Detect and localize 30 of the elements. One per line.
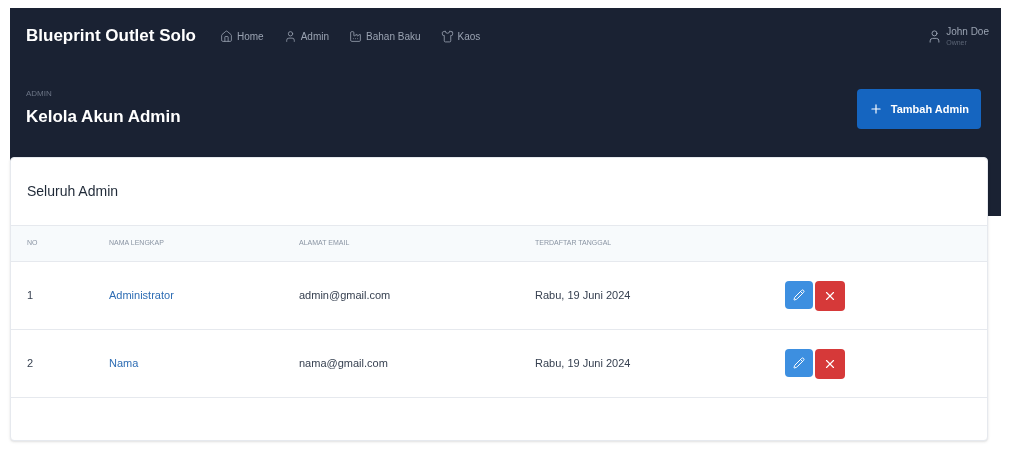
shirt-icon bbox=[440, 29, 454, 43]
delete-button[interactable] bbox=[815, 348, 845, 379]
page-pretitle: ADMIN bbox=[26, 88, 53, 100]
plus-icon bbox=[868, 101, 883, 116]
table-cell-text: 1 bbox=[27, 288, 35, 304]
nav-link[interactable]: Admin bbox=[283, 28, 330, 44]
nav-link[interactable]: Kaos bbox=[440, 28, 481, 44]
factory-icon bbox=[349, 29, 363, 43]
table-cell-text: admin@gmail.com bbox=[299, 288, 392, 304]
nav-link[interactable]: Home bbox=[220, 28, 264, 44]
user-icon bbox=[283, 29, 297, 43]
card-title: Seluruh Admin bbox=[27, 182, 119, 201]
edit-button[interactable] bbox=[785, 348, 813, 377]
page-title: Kelola Akun Admin bbox=[26, 106, 181, 128]
delete-button[interactable] bbox=[815, 280, 845, 311]
user-name: John Doe bbox=[946, 26, 989, 37]
table-cell-text: 2 bbox=[27, 356, 35, 372]
nav-link[interactable]: Bahan Baku bbox=[349, 28, 421, 44]
table-cell-text: nama@gmail.com bbox=[299, 356, 389, 372]
user-icon bbox=[927, 28, 943, 44]
admin-name-link[interactable]: Nama bbox=[109, 355, 139, 372]
edit-button[interactable] bbox=[785, 280, 813, 309]
home-icon bbox=[220, 29, 233, 43]
pencil-icon bbox=[793, 356, 805, 369]
admin-name-link[interactable]: Administrator bbox=[109, 287, 174, 304]
brand-title: Blueprint Outlet Solo bbox=[26, 25, 196, 48]
table-cell-text: Rabu, 19 Juni 2024 bbox=[535, 356, 632, 372]
add-admin-button[interactable]: Tambah Admin bbox=[856, 88, 981, 129]
table-cell-text: Rabu, 19 Juni 2024 bbox=[535, 288, 632, 304]
pencil-icon bbox=[793, 288, 805, 301]
